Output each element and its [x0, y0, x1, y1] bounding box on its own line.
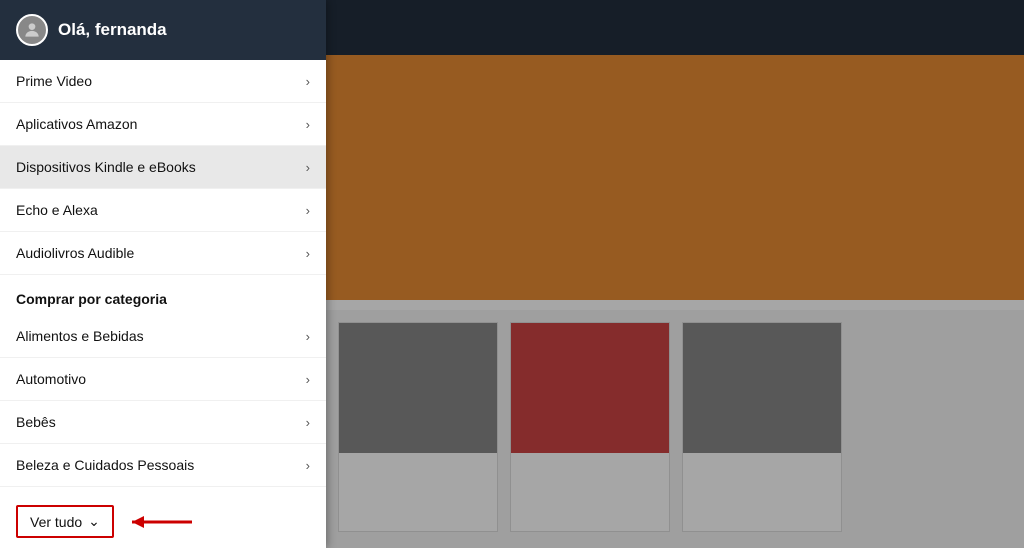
chevron-right-icon: ›	[306, 117, 310, 132]
chevron-right-icon: ›	[306, 415, 310, 430]
menu-item-prime-video[interactable]: Prime Video ›	[0, 60, 326, 103]
chevron-right-icon: ›	[306, 329, 310, 344]
sidebar: Olá, fernanda Prime Video › Aplicativos …	[0, 0, 326, 548]
chevron-right-icon: ›	[306, 372, 310, 387]
menu-item-automotivo-label: Automotivo	[16, 371, 86, 387]
menu-item-alimentos-bebidas-label: Alimentos e Bebidas	[16, 328, 144, 344]
menu-item-audiolivros-audible-label: Audiolivros Audible	[16, 245, 134, 261]
menu-item-aplicativos-amazon[interactable]: Aplicativos Amazon ›	[0, 103, 326, 146]
chevron-right-icon: ›	[306, 160, 310, 175]
sidebar-greeting: Olá, fernanda	[58, 20, 167, 40]
ver-tudo-button[interactable]: Ver tudo ⌄	[16, 505, 114, 538]
menu-item-bebes-label: Bebês	[16, 414, 56, 430]
ver-tudo-label: Ver tudo	[30, 514, 82, 530]
menu-item-beleza-cuidados-label: Beleza e Cuidados Pessoais	[16, 457, 194, 473]
chevron-right-icon: ›	[306, 74, 310, 89]
ver-tudo-container: Ver tudo ⌄	[0, 487, 326, 548]
chevron-right-icon: ›	[306, 246, 310, 261]
sidebar-header: Olá, fernanda	[0, 0, 326, 60]
menu-item-bebes[interactable]: Bebês ›	[0, 401, 326, 444]
menu-item-echo-alexa-label: Echo e Alexa	[16, 202, 98, 218]
menu-item-alimentos-bebidas[interactable]: Alimentos e Bebidas ›	[0, 315, 326, 358]
chevron-right-icon: ›	[306, 203, 310, 218]
menu-item-aplicativos-amazon-label: Aplicativos Amazon	[16, 116, 137, 132]
chevron-down-icon: ⌄	[88, 513, 100, 530]
red-arrow-indicator	[122, 510, 202, 534]
chevron-right-icon: ›	[306, 458, 310, 473]
menu-item-dispositivos-kindle-label: Dispositivos Kindle e eBooks	[16, 159, 196, 175]
menu-item-automotivo[interactable]: Automotivo ›	[0, 358, 326, 401]
menu-item-prime-video-label: Prime Video	[16, 73, 92, 89]
menu-item-echo-alexa[interactable]: Echo e Alexa ›	[0, 189, 326, 232]
bg-overlay	[326, 0, 1024, 548]
section-comprar-title: Comprar por categoria	[0, 275, 326, 315]
ver-tudo-row: Ver tudo ⌄	[16, 497, 310, 546]
menu-item-beleza-cuidados[interactable]: Beleza e Cuidados Pessoais ›	[0, 444, 326, 487]
menu-item-audiolivros-audible[interactable]: Audiolivros Audible ›	[0, 232, 326, 275]
avatar	[16, 14, 48, 46]
menu-item-dispositivos-kindle[interactable]: Dispositivos Kindle e eBooks ›	[0, 146, 326, 189]
